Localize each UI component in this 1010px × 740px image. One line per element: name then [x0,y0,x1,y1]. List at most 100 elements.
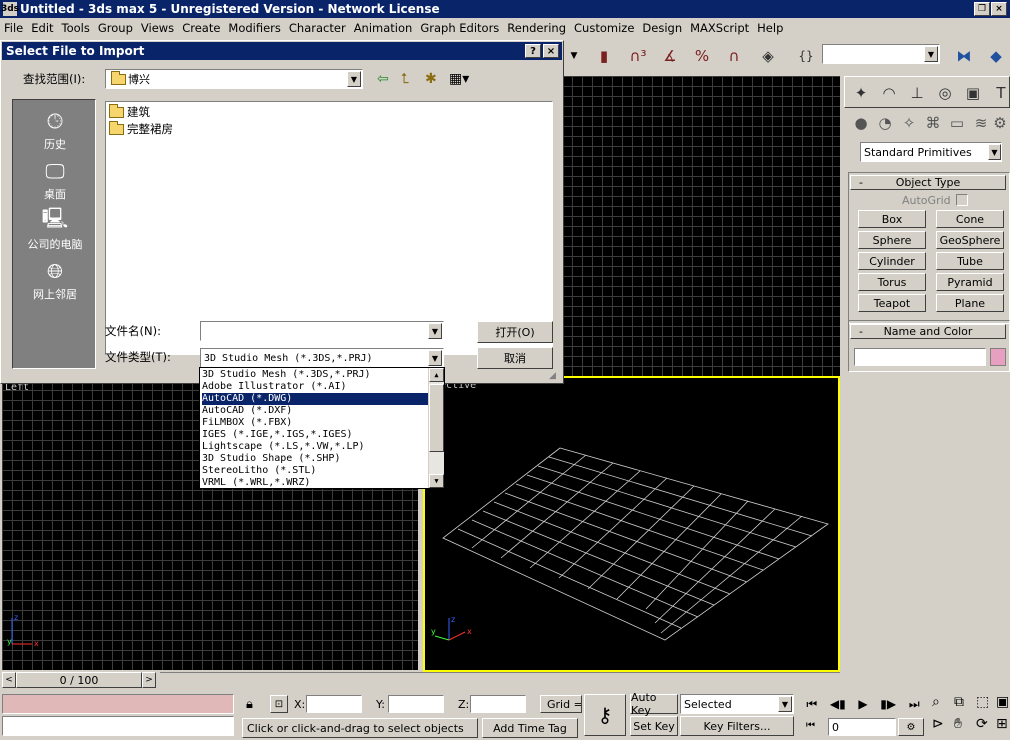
auto-key-button[interactable]: Auto Key [630,691,678,717]
snap-3d-icon[interactable]: ∩³ [624,42,652,70]
menu-modifiers[interactable]: Modifiers [228,21,281,35]
close-window-button[interactable]: × [991,2,1007,16]
utilities-tab-icon[interactable]: T [987,79,1010,107]
time-slider[interactable]: 0 / 100 [16,672,142,688]
folder-item[interactable]: 建筑 [109,103,150,120]
motion-tab-icon[interactable]: ◎ [931,79,959,107]
menu-design[interactable]: Design [642,21,682,35]
menu-create[interactable]: Create [182,21,220,35]
back-icon[interactable]: ⇦ [377,71,389,87]
key-mode-toggle-icon[interactable]: ⏮ [806,720,815,731]
current-frame-field[interactable]: 0 [828,718,896,736]
select-and-link-icon[interactable]: ▮ [590,42,618,70]
track-bar[interactable] [160,672,840,688]
previous-frame-icon[interactable]: ◀▮ [830,697,846,711]
filetype-option[interactable]: Lightscape (*.LS,*.VW,*.LP) [202,441,428,453]
filename-input[interactable] [200,321,444,341]
time-next-button[interactable]: > [142,672,156,688]
helpers-icon[interactable]: ▭ [946,112,968,134]
maxscript-listener-white[interactable] [2,716,234,736]
menu-graph-editors[interactable]: Graph Editors [420,21,499,35]
next-frame-icon[interactable]: ▮▶ [880,697,896,711]
cylinder-button[interactable]: Cylinder [858,252,926,270]
place-desktop[interactable]: 🖵︎ 桌面 [13,158,97,202]
key-icon[interactable]: ⚷ [584,694,626,736]
place-network[interactable]: 🌐︎ 网上邻居 [13,258,97,302]
help-button[interactable]: ? [525,44,541,58]
menu-rendering[interactable]: Rendering [507,21,566,35]
resize-grip-icon[interactable]: ◢ [549,371,556,381]
zoom-all-icon[interactable]: ⧉ [954,694,964,710]
hierarchy-tab-icon[interactable]: ⊥ [903,79,931,107]
cancel-button[interactable]: 取消 [477,347,553,369]
geometry-icon[interactable]: ● [850,112,872,134]
x-coordinate-field[interactable] [306,695,362,713]
menu-customize[interactable]: Customize [574,21,634,35]
scroll-up-icon[interactable]: ▲ [429,368,444,382]
filetype-option[interactable]: 3D Studio Mesh (*.3DS,*.PRJ) [202,369,428,381]
display-tab-icon[interactable]: ▣ [959,79,987,107]
filetype-option[interactable]: AutoCAD (*.DXF) [202,405,428,417]
name-and-color-header[interactable]: - Name and Color [850,324,1006,339]
autogrid-checkbox[interactable] [956,194,968,206]
menu-file[interactable]: File [4,21,23,35]
new-folder-icon[interactable]: ✱ [425,71,437,87]
open-button[interactable]: 打开(O) [477,321,553,343]
chevron-down-icon[interactable]: ▼ [988,144,1001,160]
modify-tab-icon[interactable]: ◠ [875,79,903,107]
zoom-icon[interactable]: ⌕ [932,694,940,710]
play-icon[interactable]: ▶ [858,697,867,711]
filetype-option[interactable]: StereoLitho (*.STL) [202,465,428,477]
cone-button[interactable]: Cone [936,210,1004,228]
lock-icon[interactable]: 🔒︎ [246,697,253,712]
angle-snap-icon[interactable]: ∡ [656,42,684,70]
field-of-view-icon[interactable]: ⊳ [932,716,944,732]
chevron-down-icon[interactable]: ▼ [428,350,442,366]
z-coordinate-field[interactable] [470,695,526,713]
filetype-option[interactable]: Adobe Illustrator (*.AI) [202,381,428,393]
filetype-option[interactable]: FiLMBOX (*.FBX) [202,417,428,429]
pan-icon[interactable]: ✋︎ [954,716,962,732]
menu-views[interactable]: Views [141,21,174,35]
systems-icon[interactable]: ⚙ [992,112,1008,134]
arc-rotate-icon[interactable]: ⟳ [976,716,988,732]
box-button[interactable]: Box [858,210,926,228]
place-history[interactable]: 🕒︎ 历史 [13,108,97,152]
lights-icon[interactable]: ✧ [898,112,920,134]
plane-button[interactable]: Plane [936,294,1004,312]
go-to-start-icon[interactable]: ⏮ [806,697,817,712]
maximize-viewport-icon[interactable]: ⊞ [996,716,1008,732]
zoom-extents-all-icon[interactable]: ▣ [996,694,1009,710]
absolute-mode-icon[interactable]: ⊡ [270,695,288,713]
scroll-thumb[interactable] [429,384,444,452]
percent-snap-icon[interactable]: % [688,42,716,70]
time-config-icon[interactable]: ⚙ [898,718,924,736]
close-dialog-button[interactable]: × [543,44,559,58]
cameras-icon[interactable]: ⌘ [922,112,944,134]
add-time-tag-button[interactable]: Add Time Tag [482,718,578,738]
create-tab-icon[interactable]: ✦ [847,79,875,107]
filetype-option-selected[interactable]: AutoCAD (*.DWG) [202,393,428,405]
look-in-dropdown[interactable]: 博兴 ▼ [105,69,363,89]
shapes-icon[interactable]: ◔ [874,112,896,134]
up-folder-icon[interactable]: ⮤ [401,71,409,87]
restore-button[interactable]: ❐ [974,2,990,16]
time-prev-button[interactable]: < [2,672,16,688]
mirror-icon[interactable]: ⧓ [950,42,978,70]
viewport-perspective[interactable]: spective x y z [423,376,840,672]
y-coordinate-field[interactable] [388,695,444,713]
object-name-input[interactable] [854,348,986,366]
pyramid-button[interactable]: Pyramid [936,273,1004,291]
filetype-option[interactable]: 3D Studio Shape (*.SHP) [202,453,428,465]
toolbar-dropdown-arrow-icon[interactable]: ▼ [566,42,582,70]
menu-maxscript[interactable]: MAXScript [690,21,749,35]
sphere-button[interactable]: Sphere [858,231,926,249]
key-filters-button[interactable]: Key Filters... [680,716,794,736]
object-color-swatch[interactable] [990,348,1006,366]
menu-help[interactable]: Help [757,21,783,35]
named-selection-set-dropdown[interactable]: ▼ [822,44,940,64]
primitive-type-dropdown[interactable]: Standard Primitives [860,142,1002,162]
menu-edit[interactable]: Edit [31,21,53,35]
menu-animation[interactable]: Animation [354,21,413,35]
object-type-header[interactable]: - Object Type [850,175,1006,190]
